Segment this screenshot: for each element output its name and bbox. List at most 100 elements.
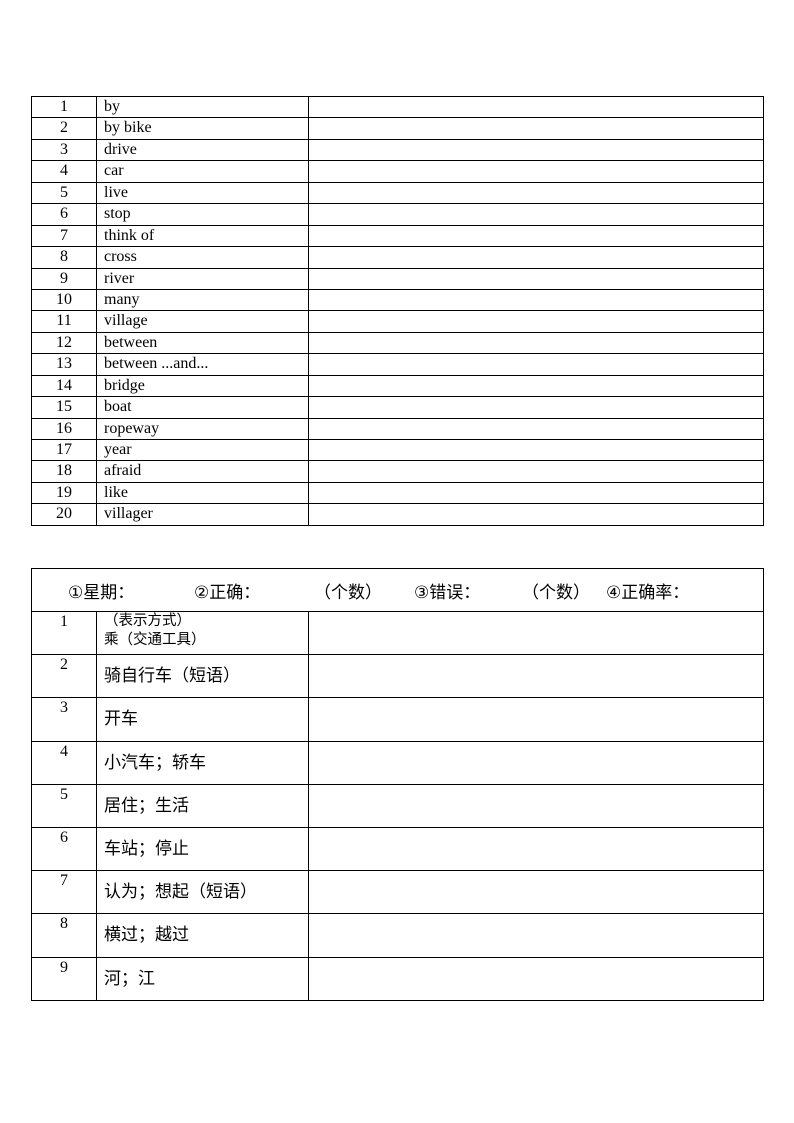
vocab-row: 5 live bbox=[31, 181, 764, 205]
vocab-word: drive bbox=[96, 138, 309, 162]
quiz-row: 8 横过；越过 bbox=[31, 913, 764, 958]
quiz-number: 6 bbox=[31, 826, 97, 872]
meaning-text: 横过；越过 bbox=[104, 925, 189, 946]
vocab-answer-cell[interactable] bbox=[308, 417, 764, 441]
vocab-answer-cell[interactable] bbox=[308, 267, 764, 290]
vocab-answer-cell[interactable] bbox=[308, 224, 764, 248]
quiz-number: 7 bbox=[31, 870, 97, 915]
vocab-word: live bbox=[96, 181, 309, 205]
vocab-row: 18 afraid bbox=[31, 460, 764, 483]
vocab-word: river bbox=[96, 267, 309, 290]
vocab-word: between ...and... bbox=[96, 353, 309, 376]
vocab-number: 10 bbox=[31, 288, 97, 312]
vocab-answer-cell[interactable] bbox=[308, 246, 764, 269]
vocab-row: 16 ropeway bbox=[31, 417, 764, 441]
vocab-row: 9 river bbox=[31, 267, 764, 290]
quiz-number: 1 bbox=[31, 610, 97, 656]
vocab-answer-cell[interactable] bbox=[308, 438, 764, 462]
vocab-answer-cell[interactable] bbox=[308, 481, 764, 505]
vocab-answer-cell[interactable] bbox=[308, 460, 764, 483]
vocab-row: 12 between bbox=[31, 331, 764, 355]
vocab-answer-cell[interactable] bbox=[308, 95, 764, 119]
quiz-answer-cell[interactable] bbox=[308, 783, 764, 828]
quiz-row: 9 河；江 bbox=[31, 956, 764, 1001]
quiz-row: 3 开车 bbox=[31, 697, 764, 742]
vocab-word: like bbox=[96, 481, 309, 505]
vocab-answer-cell[interactable] bbox=[308, 353, 764, 376]
quiz-answer-cell[interactable] bbox=[308, 697, 764, 742]
vocab-word: boat bbox=[96, 396, 309, 419]
quiz-number: 3 bbox=[31, 697, 97, 742]
vocab-answer-cell[interactable] bbox=[308, 310, 764, 333]
vocab-number: 20 bbox=[31, 503, 97, 526]
quiz-meaning: 认为；想起（短语） bbox=[96, 870, 309, 915]
quiz-meaning: （表示方式） 乘（交通工具） bbox=[96, 610, 309, 656]
quiz-row: 5 居住；生活 bbox=[31, 783, 764, 828]
quiz-meaning: 开车 bbox=[96, 697, 309, 742]
vocab-answer-cell[interactable] bbox=[308, 288, 764, 312]
vocab-answer-cell[interactable] bbox=[308, 374, 764, 398]
quiz-answer-cell[interactable] bbox=[308, 870, 764, 915]
vocab-word: afraid bbox=[96, 460, 309, 483]
vocab-number: 18 bbox=[31, 460, 97, 483]
quiz-answer-cell[interactable] bbox=[308, 610, 764, 656]
vocab-number: 2 bbox=[31, 117, 97, 140]
vocab-number: 15 bbox=[31, 396, 97, 419]
quiz-row: 4 小汽车；轿车 bbox=[31, 740, 764, 785]
vocab-number: 9 bbox=[31, 267, 97, 290]
vocab-word: village bbox=[96, 310, 309, 333]
quiz-row: 6 车站；停止 bbox=[31, 826, 764, 872]
vocab-row: 14 bridge bbox=[31, 374, 764, 398]
vocab-row: 10 many bbox=[31, 288, 764, 312]
meaning-text: 车站；停止 bbox=[104, 838, 189, 859]
meaning-line: 乘（交通工具） bbox=[104, 632, 206, 648]
vocab-number: 12 bbox=[31, 331, 97, 355]
quiz-answer-cell[interactable] bbox=[308, 654, 764, 699]
vocab-table: 1 by 2 by bike 3 drive 4 car 5 live 6 stop 7 think of… bbox=[31, 95, 764, 526]
vocab-number: 17 bbox=[31, 438, 97, 462]
vocab-row: 20 villager bbox=[31, 503, 764, 526]
quiz-header-row: ①星期： ②正确： （个数） ③错误： （个数） ④正确率： bbox=[31, 568, 764, 612]
vocab-row: 3 drive bbox=[31, 138, 764, 162]
quiz-meaning: 小汽车；轿车 bbox=[96, 740, 309, 785]
vocab-answer-cell[interactable] bbox=[308, 138, 764, 162]
vocab-row: 19 like bbox=[31, 481, 764, 505]
quiz-meaning: 骑自行车（短语） bbox=[96, 654, 309, 699]
vocab-row: 8 cross bbox=[31, 246, 764, 269]
quiz-answer-cell[interactable] bbox=[308, 956, 764, 1001]
vocab-number: 1 bbox=[31, 95, 97, 119]
meaning-text: 认为；想起（短语） bbox=[104, 882, 257, 903]
quiz-answer-cell[interactable] bbox=[308, 740, 764, 785]
vocab-answer-cell[interactable] bbox=[308, 203, 764, 226]
vocab-answer-cell[interactable] bbox=[308, 181, 764, 205]
vocab-word: ropeway bbox=[96, 417, 309, 441]
vocab-answer-cell[interactable] bbox=[308, 160, 764, 183]
vocab-row: 17 year bbox=[31, 438, 764, 462]
vocab-word: by bbox=[96, 95, 309, 119]
quiz-answer-cell[interactable] bbox=[308, 826, 764, 872]
vocab-row: 6 stop bbox=[31, 203, 764, 226]
vocab-number: 19 bbox=[31, 481, 97, 505]
quiz-number: 9 bbox=[31, 956, 97, 1001]
vocab-number: 5 bbox=[31, 181, 97, 205]
vocab-word: cross bbox=[96, 246, 309, 269]
quiz-number: 5 bbox=[31, 783, 97, 828]
vocab-row: 15 boat bbox=[31, 396, 764, 419]
quiz-row: 7 认为；想起（短语） bbox=[31, 870, 764, 915]
correct-unit-label: （个数） bbox=[314, 582, 382, 603]
meaning-line: （表示方式） bbox=[104, 613, 191, 629]
vocab-answer-cell[interactable] bbox=[308, 396, 764, 419]
vocab-word: year bbox=[96, 438, 309, 462]
weekday-label: ①星期： bbox=[68, 582, 135, 603]
vocab-answer-cell[interactable] bbox=[308, 503, 764, 526]
vocab-word: between bbox=[96, 331, 309, 355]
vocab-number: 8 bbox=[31, 246, 97, 269]
vocab-answer-cell[interactable] bbox=[308, 117, 764, 140]
vocab-word: many bbox=[96, 288, 309, 312]
vocab-answer-cell[interactable] bbox=[308, 331, 764, 355]
wrong-unit-label: （个数） bbox=[522, 582, 590, 603]
quiz-number: 8 bbox=[31, 913, 97, 958]
correct-label: ②正确： bbox=[194, 582, 261, 603]
vocab-word: villager bbox=[96, 503, 309, 526]
quiz-answer-cell[interactable] bbox=[308, 913, 764, 958]
